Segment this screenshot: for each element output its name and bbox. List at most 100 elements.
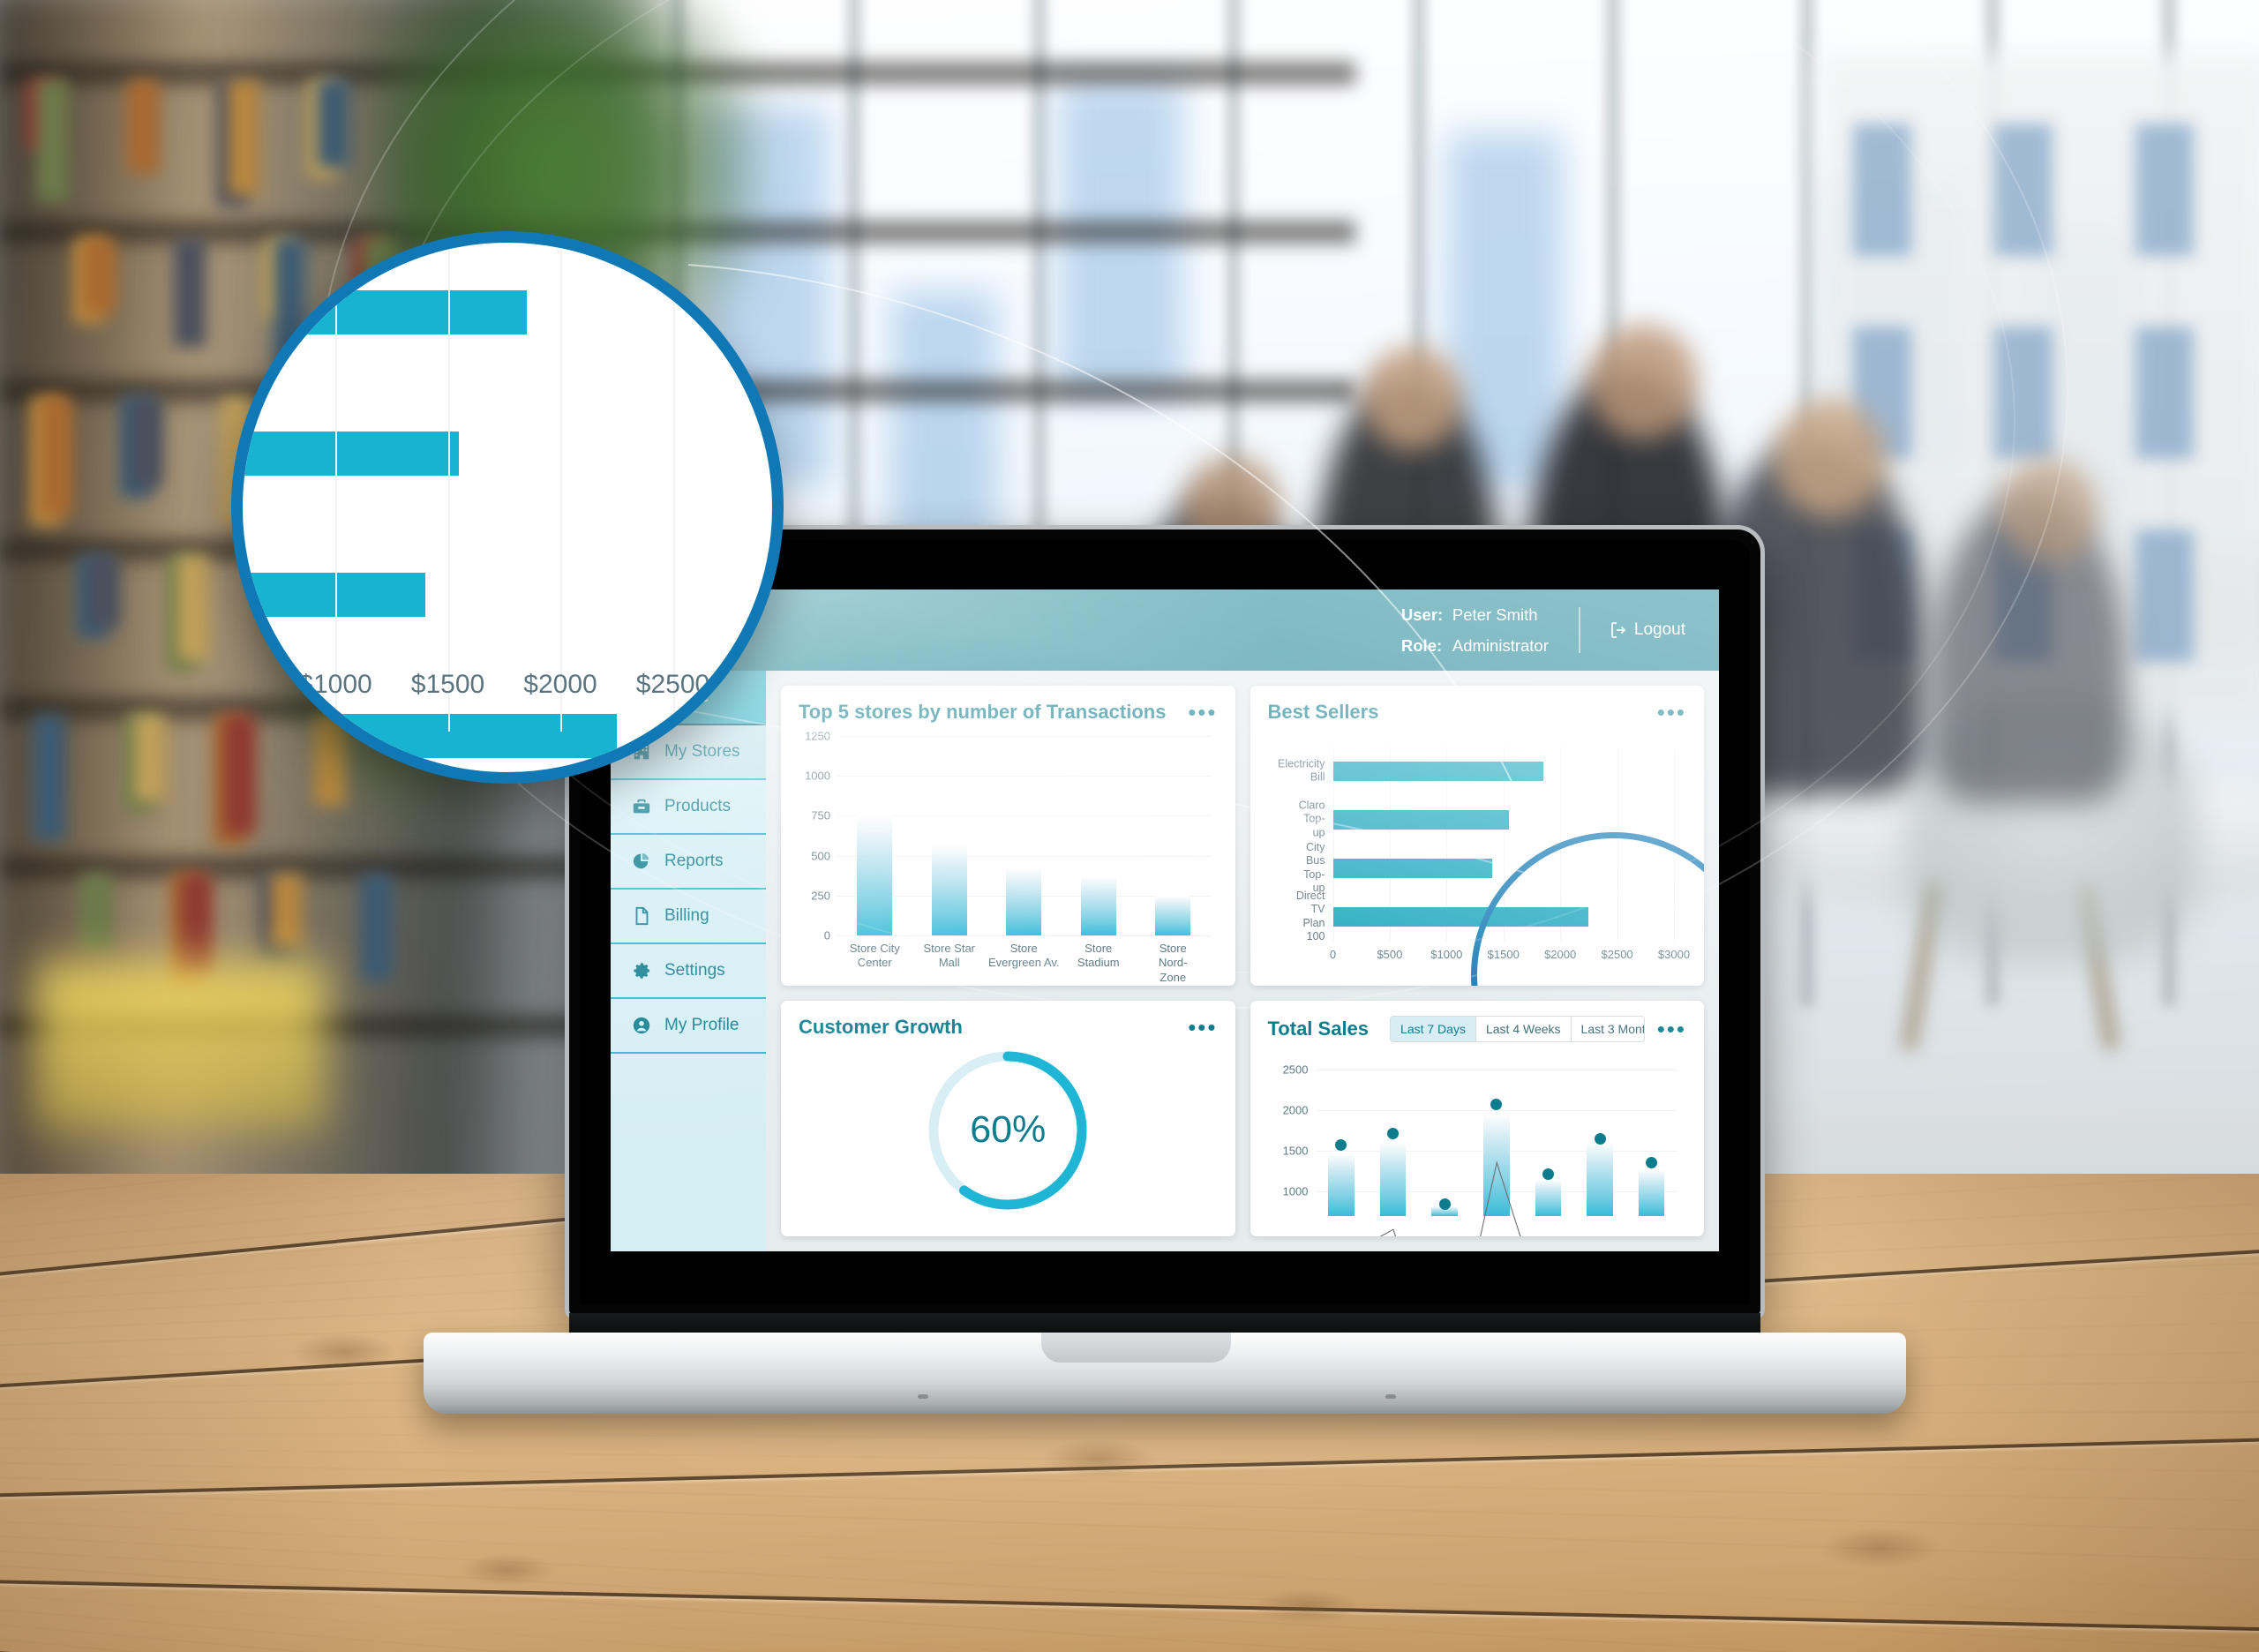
laptop-base-notch — [1041, 1333, 1231, 1363]
role-value: Administrator — [1452, 635, 1549, 655]
top-stores-plot: 0 250 500 750 1000 1250 Store City Center Store… — [805, 730, 1211, 984]
sidebar-item-settings[interactable]: Settings — [611, 944, 766, 999]
range-tab-last-4-weeks[interactable]: Last 4 Weeks — [1475, 1017, 1572, 1041]
logout-button[interactable]: Logout — [1580, 620, 1685, 640]
customer-growth-donut-wrap: 60% — [799, 1039, 1218, 1221]
logout-label: Logout — [1633, 620, 1685, 639]
user-label: User: — [1400, 604, 1444, 624]
bar — [1155, 895, 1191, 935]
customer-growth-menu-button[interactable]: ••• — [1188, 1016, 1217, 1039]
trend-line — [1316, 1062, 1678, 1236]
role-label: Role: — [1400, 635, 1443, 655]
sidebar-item-label: Products — [664, 797, 731, 815]
magnified-bar — [243, 290, 527, 334]
best-sellers-plot: 0 $500 $1000 $1500 $2000 $2500 $3000 Electricit… — [1278, 747, 1690, 961]
user-info: User: Peter Smith Role: Administrator — [1401, 605, 1579, 656]
range-tab-last-3-months[interactable]: Last 3 Months — [1571, 1017, 1644, 1041]
y-tick-label: 1000 — [1282, 1184, 1309, 1198]
magnified-x-tick-label: $1000 — [298, 670, 372, 699]
magnified-bar — [243, 432, 460, 476]
y-tick-label: 750 — [811, 808, 830, 822]
total-sales-range-tabs[interactable]: Last 7 DaysLast 4 WeeksLast 3 Months — [1390, 1016, 1645, 1042]
sidebar-item-reports[interactable]: Reports — [611, 835, 766, 890]
y-tick-label: 250 — [811, 889, 830, 903]
range-tab-last-7-days[interactable]: Last 7 Days — [1391, 1017, 1476, 1041]
sidebar-filler — [611, 1054, 766, 1251]
toolbox-icon — [630, 795, 653, 818]
bar — [1332, 809, 1510, 830]
x-tick-label: Store Nord-Zone — [1158, 942, 1188, 984]
category-label: Electricity Bill — [1278, 756, 1325, 784]
growth-donut-chart: 60% — [923, 1046, 1092, 1215]
x-tick-label: 0 — [1329, 948, 1337, 961]
x-tick-label: $2500 — [1601, 948, 1633, 961]
magnified-x-tick-label: $2500 — [635, 670, 710, 699]
x-tick-label: Store Evergreen Av. — [988, 942, 1060, 970]
bar — [931, 844, 967, 935]
growth-percent-label: 60% — [970, 1108, 1047, 1151]
sidebar-item-billing[interactable]: Billing — [611, 890, 766, 944]
total-sales-menu-button[interactable]: ••• — [1657, 1017, 1686, 1040]
magnifier-lens: 0$1000$1500$2000$2500 — [231, 231, 784, 784]
dashboard-app: User: Peter Smith Role: Administrator Lo… — [611, 589, 1719, 1251]
x-tick-label: Store City Center — [849, 942, 900, 970]
bar — [1006, 868, 1042, 935]
category-label: City Bus Top-up — [1303, 840, 1325, 895]
top-stores-menu-button[interactable]: ••• — [1188, 701, 1217, 724]
x-tick-label: $1500 — [1487, 948, 1520, 961]
sidebar-item-label: Reports — [664, 852, 724, 870]
x-tick-label: Store Star Mall — [923, 942, 976, 970]
best-sellers-title: Best Sellers — [1267, 701, 1379, 723]
data-point — [1386, 1127, 1399, 1139]
category-label: Direct TV Plan 100 — [1295, 889, 1325, 943]
y-tick-label: 1250 — [805, 729, 830, 743]
user-avatar-icon — [630, 1014, 653, 1037]
sidebar-item-products[interactable]: Products — [611, 780, 766, 835]
total-sales-plot: 1000 1500 2000 2500 — [1283, 1062, 1677, 1216]
user-name: Peter Smith — [1452, 604, 1538, 624]
y-tick-label: 2000 — [1282, 1103, 1309, 1117]
y-tick-label: 0 — [823, 928, 830, 942]
bar — [857, 815, 893, 935]
y-tick-label: 1000 — [805, 769, 830, 783]
bar — [1080, 876, 1116, 935]
bar — [1332, 761, 1543, 781]
total-sales-title: Total Sales — [1267, 1017, 1370, 1040]
y-tick-label: 500 — [811, 849, 830, 863]
customer-growth-title: Customer Growth — [799, 1016, 963, 1038]
card-top-stores: Top 5 stores by number of Transactions •… — [781, 686, 1235, 986]
data-point — [1438, 1198, 1451, 1210]
card-customer-growth: Customer Growth ••• 60% — [781, 1001, 1235, 1236]
sidebar-item-label: Billing — [664, 906, 709, 925]
magnified-x-tick-label: $1500 — [410, 670, 485, 699]
logout-icon — [1609, 621, 1626, 639]
x-tick-label: $3000 — [1657, 948, 1691, 961]
best-sellers-menu-button[interactable]: ••• — [1657, 701, 1686, 724]
card-total-sales: Total Sales Last 7 Days Last 4 Weeks Last … — [1250, 1001, 1704, 1236]
app-header: User: Peter Smith Role: Administrator Lo… — [611, 589, 1719, 671]
x-tick-label: Store Stadium — [1077, 942, 1120, 970]
magnified-bar — [243, 573, 425, 617]
bar — [1332, 858, 1492, 878]
data-point — [1594, 1133, 1606, 1145]
x-tick-label: $2000 — [1544, 948, 1577, 961]
top-stores-title: Top 5 stores by number of Transactions — [799, 701, 1167, 723]
dashboard-content: Top 5 stores by number of Transactions •… — [766, 671, 1719, 1251]
laptop-screen: User: Peter Smith Role: Administrator Lo… — [611, 589, 1719, 1251]
card-best-sellers: Best Sellers ••• 0 $500 $1000 $1500 $2000 $25… — [1250, 686, 1704, 986]
sidebar-item-label: My Profile — [664, 1016, 739, 1034]
yellow-object — [35, 962, 326, 1130]
bar — [1332, 906, 1589, 927]
x-tick-label: $1000 — [1430, 948, 1463, 961]
data-point — [1646, 1156, 1658, 1168]
data-point — [1542, 1168, 1554, 1180]
x-tick-label: $500 — [1377, 948, 1403, 961]
scene: User: Peter Smith Role: Administrator Lo… — [0, 0, 2259, 1652]
sidebar-item-label: Settings — [664, 961, 725, 980]
magnified-x-tick-label: $2000 — [523, 670, 597, 699]
y-tick-label: 1500 — [1282, 1144, 1309, 1158]
document-icon — [630, 905, 653, 927]
category-label: Claro Top-up — [1298, 799, 1325, 839]
sidebar-item-my-profile[interactable]: My Profile — [611, 999, 766, 1054]
gear-icon — [630, 959, 653, 982]
